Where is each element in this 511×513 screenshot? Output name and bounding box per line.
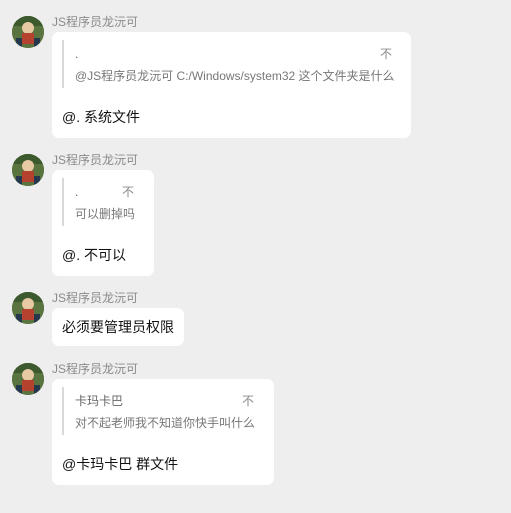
avatar[interactable] [12,363,44,395]
quoted-message[interactable]: 卡玛卡巴 不 对不起老师我不知道你快手叫什么 [62,387,260,435]
quote-author: 卡玛卡巴 [75,394,124,408]
message-text: @卡玛卡巴 群文件 [62,456,179,472]
quote-tag: 不 [242,394,255,408]
sender-name: JS程序员龙沅可 [52,362,139,376]
chat-message: JS程序员龙沅可 卡玛卡巴 不 对不起老师我不知道你快手叫什么 @卡玛卡巴 群文… [0,0,511,500]
quote-text: 对不起老师我不知道你快手叫什么 [75,416,256,430]
message-bubble[interactable]: 卡玛卡巴 不 对不起老师我不知道你快手叫什么 @卡玛卡巴 群文件 [52,379,274,485]
